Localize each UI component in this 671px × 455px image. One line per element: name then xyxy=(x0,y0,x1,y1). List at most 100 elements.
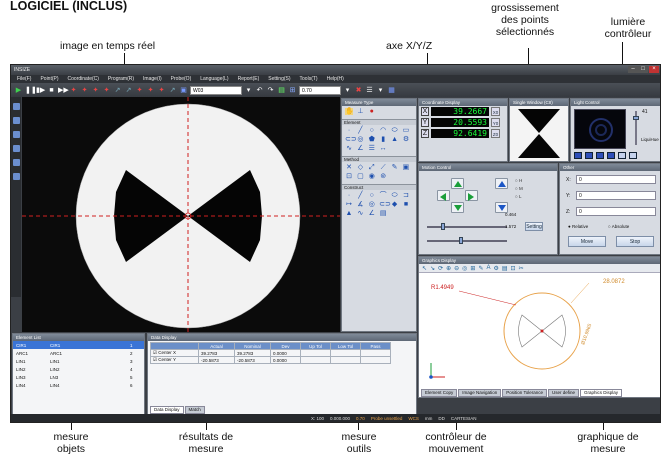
graphics-tool-icon[interactable]: ⟳ xyxy=(438,265,443,272)
construct-angle2-icon[interactable]: ∠ xyxy=(368,210,376,217)
menu-image[interactable]: Image(I) xyxy=(143,76,162,82)
undo-icon[interactable]: ↶ xyxy=(255,86,264,95)
area-icon[interactable]: ▢ xyxy=(356,173,364,180)
dropdown-icon[interactable]: ▾ xyxy=(343,86,352,95)
tab-data-display[interactable]: Data Display xyxy=(150,406,184,414)
close-icon[interactable]: × xyxy=(649,66,659,73)
menu-point[interactable]: Point(P) xyxy=(40,76,58,82)
dropdown-icon[interactable]: ▾ xyxy=(376,86,385,95)
pause-icon[interactable]: ❚❚ xyxy=(25,86,37,95)
program-field[interactable]: W03 xyxy=(190,85,242,95)
motion-setting-button[interactable]: Setting xyxy=(525,222,543,231)
graphics-tool-icon[interactable]: ◎ xyxy=(462,265,467,272)
zero-y-button[interactable]: Y0 xyxy=(491,118,500,127)
target-icon[interactable]: ◉ xyxy=(368,173,376,180)
move-up-button[interactable] xyxy=(451,178,464,189)
axis-z-button[interactable]: Z xyxy=(421,129,429,138)
rectangle-icon[interactable]: ▭ xyxy=(402,127,410,134)
construct-triangle-icon[interactable]: ▲ xyxy=(345,210,353,217)
construct-bracket-icon[interactable]: ⊐ xyxy=(402,192,410,199)
construct-arc-icon[interactable]: ⌒ xyxy=(379,192,387,199)
triangle-icon[interactable]: ▲ xyxy=(391,136,399,143)
angle-icon[interactable]: ∠ xyxy=(356,145,364,152)
ellipse-icon[interactable]: ⬭ xyxy=(391,127,399,134)
image-tool-icon[interactable] xyxy=(12,103,20,110)
stop-button[interactable]: Stop xyxy=(616,236,654,247)
cylinder-icon[interactable]: ▮ xyxy=(379,136,387,143)
box-method-icon[interactable]: ▣ xyxy=(402,164,410,171)
y-target-input[interactable]: 0 xyxy=(576,191,656,200)
construct-slot-icon[interactable]: ⊂⊃ xyxy=(379,201,391,208)
laser-measure-icon[interactable]: ● xyxy=(368,108,376,115)
move-down-button[interactable] xyxy=(451,202,464,213)
point-tool-icon[interactable]: ✦ xyxy=(146,86,155,95)
light-ring-display[interactable] xyxy=(574,109,626,149)
graphics-tool-icon[interactable]: A xyxy=(486,265,490,271)
list-item[interactable]: CIR1 CIR1 1 xyxy=(13,341,144,349)
graphics-tool-icon[interactable]: ✂ xyxy=(519,265,524,272)
z-speed-slider[interactable] xyxy=(427,240,507,242)
arc-icon[interactable]: ◠ xyxy=(379,127,387,134)
construct-line-icon[interactable]: ╱ xyxy=(356,192,364,199)
menu-help[interactable]: Help(H) xyxy=(327,76,344,82)
list-item[interactable]: LIN2 LIN2 4 xyxy=(13,365,144,373)
menu-tools[interactable]: Tools(T) xyxy=(300,76,318,82)
construct-ellipse-icon[interactable]: ⬭ xyxy=(391,192,399,199)
construct-circle-icon[interactable]: ○ xyxy=(368,192,376,199)
distance-icon[interactable]: ☰ xyxy=(368,145,376,152)
probe-tool-icon[interactable] xyxy=(12,117,20,124)
graphics-tool-icon[interactable]: ⊡ xyxy=(511,265,516,272)
cursor-tool-icon[interactable]: ↗ xyxy=(113,86,122,95)
slot-icon[interactable]: ⊂⊃ xyxy=(345,136,357,143)
z-up-button[interactable] xyxy=(495,178,508,189)
graphics-tool-icon[interactable]: ▤ xyxy=(502,265,508,272)
contact-measure-icon[interactable]: ⊥ xyxy=(356,108,364,115)
tab-element-copy[interactable]: Element Copy xyxy=(421,389,458,397)
list-item[interactable]: LIN3 LN3 5 xyxy=(13,373,144,381)
channel-button[interactable] xyxy=(618,152,626,159)
play-icon[interactable]: ▶ xyxy=(14,86,23,95)
point-icon[interactable]: · xyxy=(345,127,353,134)
stop-icon[interactable]: ■ xyxy=(47,86,56,95)
save-icon[interactable]: ▣ xyxy=(179,86,188,95)
tab-graphics-display[interactable]: Graphics Display xyxy=(580,389,623,397)
menu-report[interactable]: Report(E) xyxy=(238,76,260,82)
grid-tool-icon[interactable] xyxy=(12,159,20,166)
list-item[interactable]: LIN1 LIN1 3 xyxy=(13,357,144,365)
point-tool-icon[interactable]: ✦ xyxy=(69,86,78,95)
close-view-icon[interactable]: ✖ xyxy=(354,86,363,95)
menu-program[interactable]: Program(R) xyxy=(108,76,134,82)
menu-icon[interactable]: ☰ xyxy=(365,86,374,95)
z-target-input[interactable]: 0 xyxy=(576,207,656,216)
live-image-view[interactable] xyxy=(22,97,340,332)
graphics-tool-icon[interactable]: ↘ xyxy=(430,265,435,272)
graphics-tool-icon[interactable]: ⚙ xyxy=(493,265,498,272)
table-row[interactable]: ☑ Center Y -20.5873 -20.5873 0.0000 xyxy=(150,356,391,364)
tab-match[interactable]: Match xyxy=(184,406,205,414)
edge-find-icon[interactable]: ◇ xyxy=(356,164,364,171)
dropdown-icon[interactable]: ▾ xyxy=(244,86,253,95)
speed-option[interactable]: ○ H xyxy=(515,178,522,183)
light-slider-knob[interactable] xyxy=(633,116,639,120)
x-target-input[interactable]: 0 xyxy=(576,175,656,184)
ring-icon[interactable]: ◎ xyxy=(356,136,364,143)
list-tool-icon[interactable] xyxy=(12,173,20,180)
speed-slider-knob[interactable] xyxy=(441,223,445,230)
curve-icon[interactable]: ∿ xyxy=(345,145,353,152)
point-tool-icon[interactable]: ✦ xyxy=(80,86,89,95)
graphics-tool-icon[interactable]: ⊖ xyxy=(454,265,459,272)
list-item[interactable]: ARC1 ARC1 2 xyxy=(13,349,144,357)
axis-x-button[interactable]: X xyxy=(421,107,429,116)
point-tool-icon[interactable]: ✦ xyxy=(157,86,166,95)
width-icon[interactable]: ↔ xyxy=(379,145,387,152)
channel-button[interactable] xyxy=(574,152,582,159)
redo-icon[interactable]: ↷ xyxy=(266,86,275,95)
zoom-icon[interactable]: ⊞ xyxy=(288,86,297,95)
menu-probe[interactable]: Probe(O) xyxy=(171,76,192,82)
focus-icon[interactable]: ✎ xyxy=(391,164,399,171)
channel-button[interactable] xyxy=(607,152,615,159)
zero-x-button[interactable]: X0 xyxy=(491,107,500,116)
graphics-tool-icon[interactable]: ✎ xyxy=(478,265,483,272)
move-button[interactable]: Move xyxy=(568,236,606,247)
manual-point-icon[interactable]: ✕ xyxy=(345,164,353,171)
